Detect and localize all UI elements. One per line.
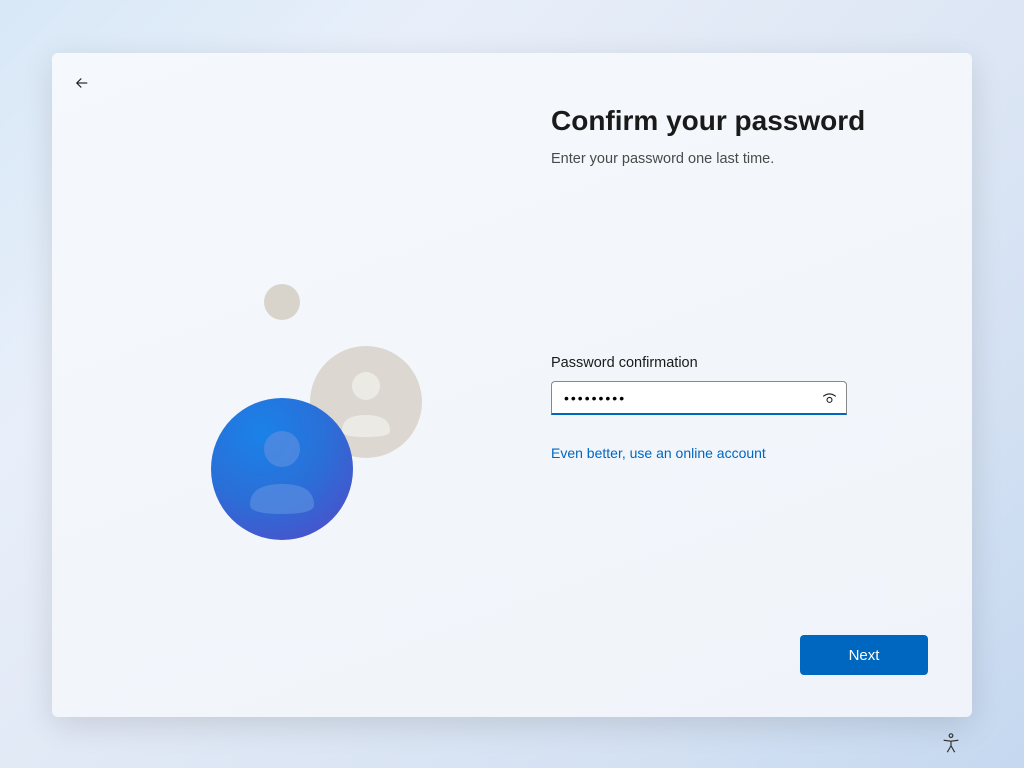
use-online-account-link[interactable]: Even better, use an online account xyxy=(551,445,766,461)
accessibility-button[interactable] xyxy=(940,732,962,754)
setup-card: Confirm your password Enter your passwor… xyxy=(52,53,972,717)
password-confirmation-input[interactable] xyxy=(551,381,847,415)
reveal-password-button[interactable] xyxy=(819,388,839,408)
page-subtitle: Enter your password one last time. xyxy=(551,151,941,167)
user-illustration xyxy=(182,283,462,543)
next-button[interactable]: Next xyxy=(800,635,928,675)
page-title: Confirm your password xyxy=(551,105,941,137)
back-button[interactable] xyxy=(70,71,94,95)
arrow-left-icon xyxy=(73,74,91,92)
eye-icon xyxy=(821,390,838,407)
password-label: Password confirmation xyxy=(551,355,847,371)
content-panel: Confirm your password Enter your passwor… xyxy=(551,105,941,167)
password-input-wrapper xyxy=(551,381,847,415)
password-field-group: Password confirmation Even better, use a… xyxy=(551,355,847,463)
accessibility-icon xyxy=(940,732,962,754)
